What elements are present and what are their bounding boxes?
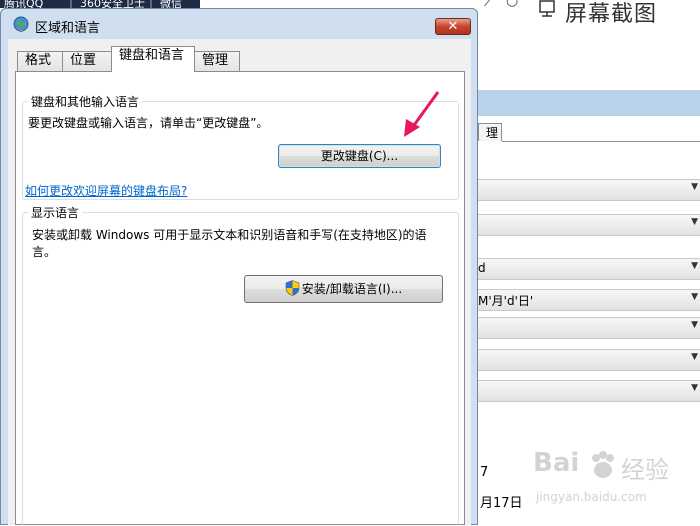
dropdown-arrow-icon: ▼ [691,217,698,227]
region-language-dialog: 区域和语言 ✕ 格式 位置 键盘和语言 管理 键盘和其他输入语言 要更改键盘或输… [0,8,478,526]
dropdown-arrow-icon: ▼ [691,352,698,362]
dropdown-arrow-icon: ▼ [691,292,698,302]
globe-icon [13,16,29,32]
keyboard-layout-help-link[interactable]: 如何更改欢迎屏幕的键盘布局? [25,182,187,199]
change-keyboard-button[interactable]: 更改键盘(C)... [278,144,441,168]
install-language-button[interactable]: 安装/卸载语言(I)... [244,275,443,303]
baidu-watermark: Bai 经验 jingyan.baidu.com [533,448,693,520]
dropdown-value: d [478,261,486,275]
display-language-description-cont: 言。 [32,245,57,259]
tab-location[interactable]: 位置 [62,51,112,71]
tab-keyboard-language[interactable]: 键盘和语言 [111,46,195,72]
display-language-title: 显示语言 [28,204,83,221]
screenshot-icon[interactable] [538,0,556,18]
tab-format[interactable]: 格式 [17,51,63,71]
taskbar-separator [150,0,152,8]
dropdown-value: M'月'd'日' [478,294,534,308]
divider [502,141,700,142]
dropdown-arrow-icon: ▼ [691,383,698,393]
uac-shield-icon [285,280,300,296]
background-title-bar [478,90,700,116]
tab-admin[interactable]: 管理 [194,51,240,71]
background-dropdown[interactable]: ▼ [478,179,700,201]
background-dropdown[interactable]: ▼ [478,214,700,236]
keyboard-group-title: 键盘和其他输入语言 [28,93,143,110]
taskbar: 腾讯QQ 360安全卫士 微信 [0,0,200,8]
date-sample: 月17日 [480,496,523,511]
keyboard-description: 要更改键盘或输入语言，请单击“更改键盘”。 [28,116,269,130]
background-dropdown[interactable]: ▼ [478,349,700,371]
background-dropdown[interactable]: ▼ [478,380,700,402]
dialog-title-bar[interactable]: 区域和语言 ✕ [1,9,477,39]
tab-page: 键盘和其他输入语言 要更改键盘或输入语言，请单击“更改键盘”。 更改键盘(C).… [15,71,465,526]
background-dropdown[interactable]: d ▼ [478,258,700,280]
dropdown-arrow-icon: ▼ [691,261,698,271]
taskbar-separator [70,0,72,8]
dropdown-arrow-icon: ▼ [691,320,698,330]
pen-icon[interactable]: ⟋ [484,0,494,10]
keyboard-group: 键盘和其他输入语言 要更改键盘或输入语言，请单击“更改键盘”。 更改键盘(C).… [22,93,459,200]
background-tab[interactable]: 理 [478,123,502,141]
watermark-brand: Bai [533,448,580,478]
dropdown-arrow-icon: ▼ [691,182,698,192]
dialog-title: 区域和语言 [35,21,101,36]
paw-icon [592,451,614,478]
display-language-group: 显示语言 安装或卸载 Windows 可用于显示文本和识别语音和手写(在支持地区… [22,204,459,526]
circle-icon[interactable]: ○ [506,0,518,9]
background-dropdown[interactable]: M'月'd'日' ▼ [478,289,700,311]
taskbar-item[interactable]: 360安全卫士 [80,0,145,8]
close-button[interactable]: ✕ [435,18,471,35]
screenshot-title: 屏幕截图 [565,2,658,27]
taskbar-item[interactable]: 微信 [160,0,182,8]
watermark-brand-2: 经验 [621,456,669,484]
taskbar-item[interactable]: 腾讯QQ [4,0,43,8]
dialog-client: 格式 位置 键盘和语言 管理 键盘和其他输入语言 要更改键盘或输入语言，请单击“… [8,39,471,526]
install-language-label: 安装/卸载语言(I)... [301,282,403,296]
background-dropdown[interactable]: ▼ [478,317,700,339]
watermark-url: jingyan.baidu.com [536,490,647,504]
date-sample: 7 [480,465,489,480]
display-language-description: 安装或卸载 Windows 可用于显示文本和识别语音和手写(在支持地区)的语 [32,228,427,242]
